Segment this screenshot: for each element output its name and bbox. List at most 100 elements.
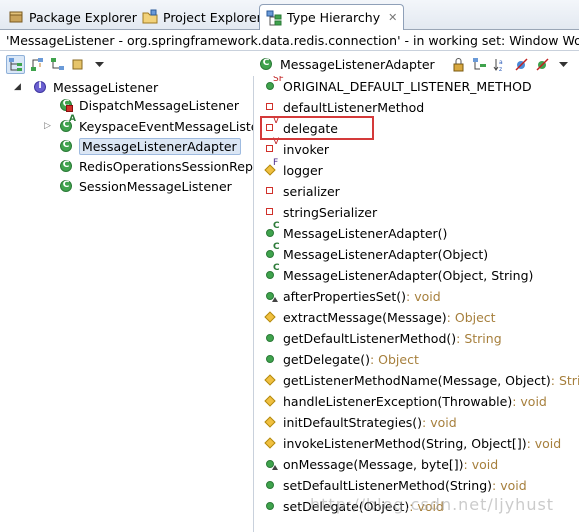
member-row[interactable]: SF ORIGINAL_DEFAULT_LISTENER_METHOD <box>262 76 532 96</box>
members-toolbar: C MessageListenerAdapter az <box>258 52 575 76</box>
show-supertype-hierarchy-button[interactable] <box>27 55 46 74</box>
member-row[interactable]: C MessageListenerAdapter(Object, String) <box>262 263 534 285</box>
member-name: serializer <box>283 183 340 199</box>
member-return-type: : String <box>550 372 579 388</box>
class-icon: C <box>58 138 74 154</box>
svg-text:z: z <box>499 66 502 72</box>
member-row[interactable]: getListenerMethodName(Message, Object) :… <box>262 370 579 390</box>
public-method-icon <box>262 330 278 346</box>
member-return-type: : void <box>526 435 562 451</box>
public-method-icon <box>262 498 278 514</box>
class-icon: C <box>258 56 274 72</box>
tab-project-explorer[interactable]: Project Explorer <box>136 4 268 30</box>
class-icon: C <box>58 178 74 194</box>
member-name: MessageListenerAdapter(Object, String) <box>283 267 534 283</box>
view-tab-bar: Package Explorer Project Explorer Type H… <box>0 0 579 31</box>
member-row[interactable]: C MessageListenerAdapter() <box>262 221 447 243</box>
abstract-class-icon: CA <box>58 114 76 134</box>
modifier-badge: C <box>273 263 280 273</box>
member-row[interactable]: getDefaultListenerMethod() : String <box>262 328 502 348</box>
public-method-icon <box>262 351 278 367</box>
svg-text:a: a <box>499 59 503 66</box>
chevron-down-icon <box>558 61 568 67</box>
member-return-type: : Object <box>446 309 496 325</box>
member-row[interactable]: onMessage(Message, byte[]) : void <box>262 454 498 474</box>
member-row[interactable]: getDelegate() : Object <box>262 349 419 369</box>
member-row[interactable]: initDefaultStrategies() : void <box>262 412 457 432</box>
member-return-type: : Object <box>369 351 419 367</box>
tab-package-explorer[interactable]: Package Explorer <box>2 4 143 30</box>
watermark: http://blog.csdn.net/ljyhust <box>310 495 555 514</box>
member-row[interactable]: extractMessage(Message) : Object <box>262 307 496 327</box>
modifier-badge: C <box>273 242 280 252</box>
tree-node[interactable]: C RedisOperationsSessionRep <box>58 156 253 176</box>
package-explorer-icon <box>8 9 24 25</box>
tree-node[interactable]: C SessionMessageListener <box>58 176 232 196</box>
public-method-icon <box>262 456 278 472</box>
expand-icon[interactable]: ▷ <box>44 121 54 131</box>
tab-type-hierarchy[interactable]: Type Hierarchy ✕ <box>259 4 405 31</box>
history-button[interactable] <box>69 55 88 74</box>
constructor-icon: C <box>262 263 280 283</box>
static-final-field-icon: SF <box>262 76 284 94</box>
member-row[interactable]: handleListenerException(Throwable) : voi… <box>262 391 547 411</box>
member-name: getDefaultListenerMethod() <box>283 330 457 346</box>
protected-member-icon: F <box>262 158 278 178</box>
type-hierarchy-icon <box>9 57 22 71</box>
public-method-icon <box>262 288 278 304</box>
member-row[interactable]: stringSerializer <box>262 202 377 222</box>
member-row[interactable]: invokeListenerMethod(String, Object[]) :… <box>262 433 561 453</box>
member-return-type: : void <box>492 477 527 493</box>
show-inherited-members-button[interactable] <box>470 55 489 74</box>
private-field-icon <box>262 204 278 220</box>
protected-member-icon <box>262 309 278 325</box>
protected-member-icon <box>262 414 278 430</box>
collapse-icon[interactable]: ◢ <box>14 82 24 92</box>
modifier-badge: C <box>273 221 280 231</box>
tab-label: Type Hierarchy <box>287 10 381 25</box>
tab-label: Package Explorer <box>29 9 137 25</box>
member-row[interactable]: setDefaultListenerMethod(String) : void <box>262 475 527 495</box>
member-name: getListenerMethodName(Message, Object) <box>283 372 551 388</box>
class-icon: C <box>58 158 74 174</box>
sort-members-button[interactable]: az <box>491 55 510 74</box>
modifier-badge: F <box>273 158 279 168</box>
tree-node-label: KeyspaceEventMessageListe <box>79 118 254 134</box>
member-name: setDefaultListenerMethod(String) <box>283 477 493 493</box>
member-return-type: : void <box>406 288 441 304</box>
member-row[interactable]: C MessageListenerAdapter(Object) <box>262 242 488 264</box>
hide-fields-button[interactable] <box>512 55 531 74</box>
show-subtype-hierarchy-button[interactable] <box>48 55 67 74</box>
member-name: extractMessage(Message) <box>283 309 447 325</box>
view-menu-button[interactable] <box>90 55 109 74</box>
private-marker-icon <box>66 105 73 112</box>
type-hierarchy-tree: ◢ I MessageListener C DispatchMessageLis… <box>0 76 254 532</box>
member-row[interactable]: Vinvoker <box>262 137 329 159</box>
tree-node-selected[interactable]: C MessageListenerAdapter <box>58 136 241 156</box>
member-name: getDelegate() <box>283 351 370 367</box>
modifier-badge: SF <box>273 76 284 84</box>
member-row[interactable]: afterPropertiesSet() : void <box>262 286 441 306</box>
chevron-down-icon <box>95 61 104 67</box>
protected-member-icon <box>262 435 278 451</box>
tree-node[interactable]: ▷ CA KeyspaceEventMessageListe <box>44 114 254 136</box>
member-row[interactable]: serializer <box>262 181 340 201</box>
subtype-hierarchy-icon <box>51 57 64 70</box>
member-return-type: : void <box>512 393 547 409</box>
show-type-hierarchy-button[interactable] <box>6 54 25 74</box>
tree-node[interactable]: C DispatchMessageListener <box>58 95 239 115</box>
member-row[interactable]: Flogger <box>262 158 323 180</box>
member-return-type: : String <box>456 330 502 346</box>
members-header-title: MessageListenerAdapter <box>280 56 435 72</box>
tree-node-root[interactable]: ◢ I MessageListener <box>14 77 158 97</box>
member-name: invokeListenerMethod(String, Object[]) <box>283 435 527 451</box>
member-name: ORIGINAL_DEFAULT_LISTENER_METHOD <box>283 78 532 94</box>
close-tab-icon[interactable]: ✕ <box>388 11 397 24</box>
hide-static-button[interactable] <box>533 55 552 74</box>
member-name: stringSerializer <box>283 204 378 220</box>
lock-view-button[interactable] <box>449 55 468 74</box>
interface-icon: I <box>32 79 48 95</box>
inherited-members-icon <box>472 57 486 69</box>
member-row[interactable]: defaultListenerMethod <box>262 97 424 117</box>
members-view-menu-button[interactable] <box>554 55 573 74</box>
